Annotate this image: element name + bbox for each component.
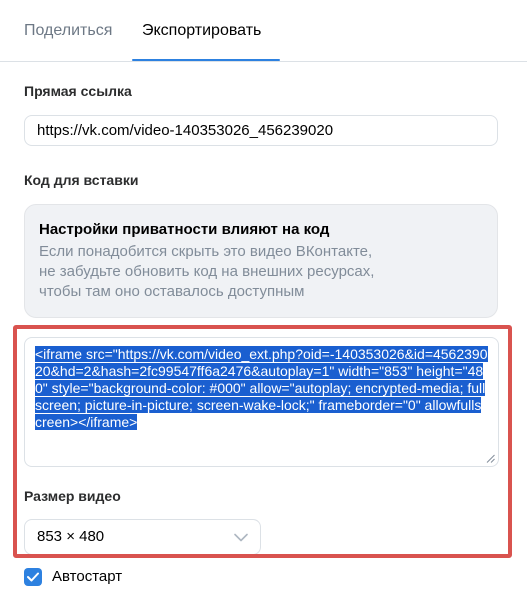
tab-share[interactable]: Поделиться xyxy=(24,21,112,41)
resize-grip-icon[interactable] xyxy=(486,454,495,463)
tab-bar: Поделиться Экспортировать xyxy=(0,0,527,62)
privacy-notice-text: не забудьте обновить код на внешних ресу… xyxy=(39,263,375,280)
direct-link-label: Прямая ссылка xyxy=(24,83,132,99)
video-size-value: 853 × 480 xyxy=(37,528,105,545)
video-size-select[interactable]: 853 × 480 xyxy=(24,519,261,555)
active-tab-indicator xyxy=(132,59,280,61)
privacy-notice-title: Настройки приватности влияют на код xyxy=(39,221,330,238)
embed-code-text: <iframe src="https://vk.com/video_ext.ph… xyxy=(35,346,488,430)
video-size-label: Размер видео xyxy=(24,488,121,504)
embed-code-textarea[interactable]: <iframe src="https://vk.com/video_ext.ph… xyxy=(24,337,499,467)
embed-code-label: Код для вставки xyxy=(24,172,139,188)
privacy-notice-text: Если понадобится скрыть это видео ВКонта… xyxy=(39,243,373,260)
chevron-down-icon xyxy=(234,533,248,542)
export-panel: Поделиться Экспортировать Прямая ссылка … xyxy=(0,0,527,600)
privacy-notice-text: чтобы там оно оставалось доступным xyxy=(39,283,305,300)
tab-export[interactable]: Экспортировать xyxy=(142,21,261,41)
direct-link-input[interactable]: https://vk.com/video-140353026_456239020 xyxy=(24,115,498,146)
autostart-label: Автостарт xyxy=(52,568,123,585)
checkmark-icon xyxy=(27,572,39,582)
privacy-notice: Настройки приватности влияют на код Если… xyxy=(24,204,498,318)
checkbox-box[interactable] xyxy=(24,568,42,586)
